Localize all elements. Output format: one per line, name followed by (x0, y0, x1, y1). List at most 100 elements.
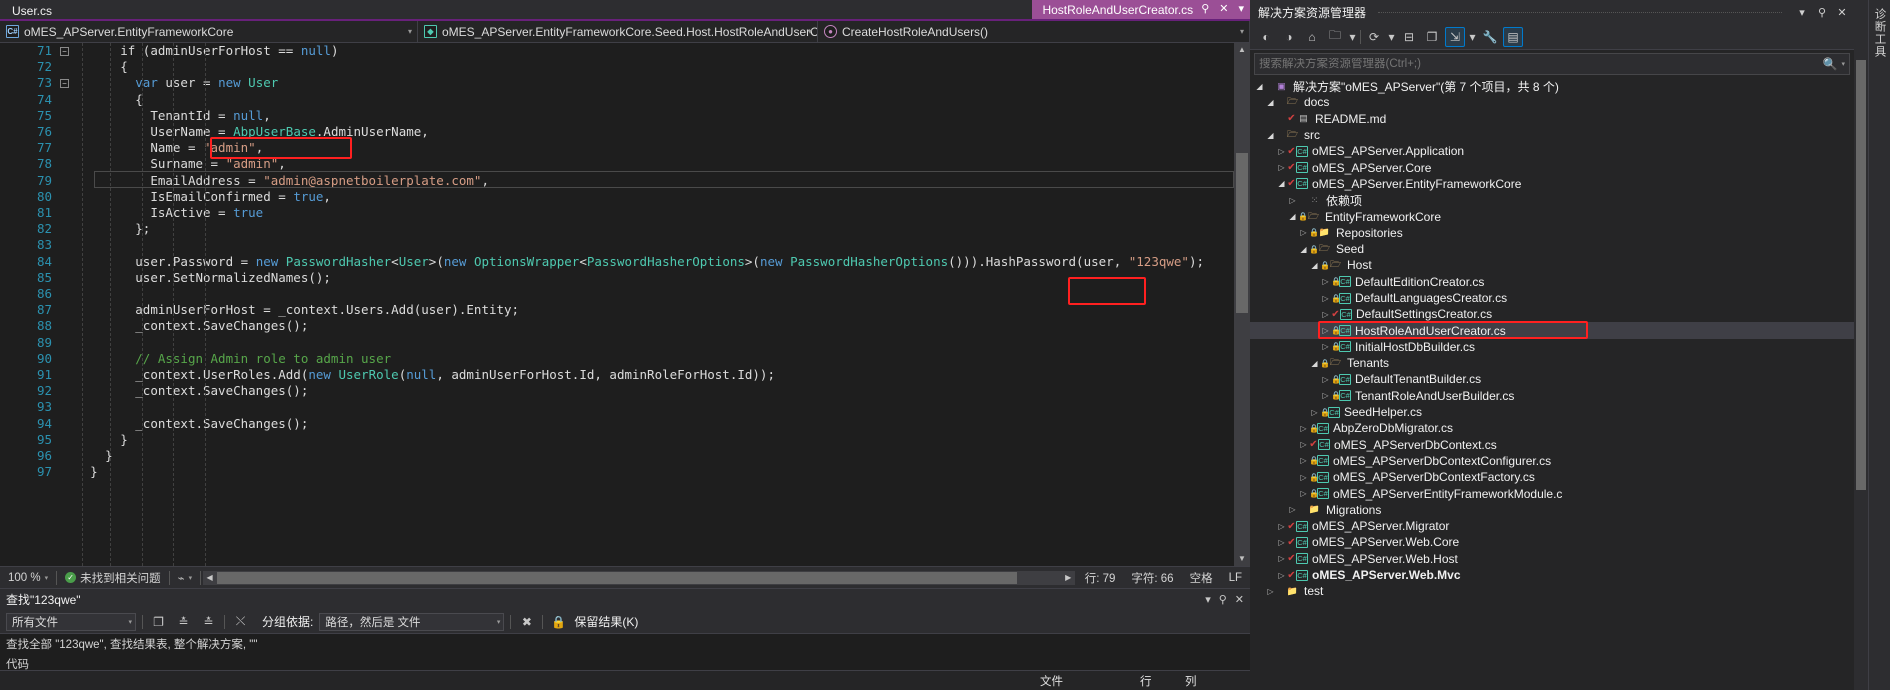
chevron-down-icon[interactable]: ◢ (1309, 261, 1320, 270)
chevron-right-icon[interactable]: ▷ (1298, 440, 1309, 449)
chevron-down-icon[interactable]: ▾ (128, 618, 132, 626)
tab-user-cs[interactable]: User.cs (0, 0, 63, 19)
scroll-right-arrow[interactable]: ▶ (1062, 571, 1075, 585)
wrench-icon[interactable]: 🔧 (1480, 27, 1500, 47)
tree-item[interactable]: ▷ ✔ C# oMES_APServer.Migrator (1250, 518, 1854, 534)
collapse-all-icon[interactable]: ⊟ (1399, 27, 1419, 47)
tree-item[interactable]: ▷ 📁 test (1250, 583, 1854, 599)
chevron-right-icon[interactable]: ▷ (1309, 408, 1320, 417)
tree-item[interactable]: ▷ 🔒 C# oMES_APServerDbContextConfigurer.cs (1250, 453, 1854, 469)
tree-item[interactable]: ▷ 🔒 C# oMES_APServerDbContextFactory.cs (1250, 469, 1854, 485)
tree-item[interactable]: ▷ 📁 Migrations (1250, 502, 1854, 518)
find-results-list[interactable]: 查找全部 "123qwe", 查找结果表, 整个解决方案, "" 代码 文件 行… (0, 634, 1250, 690)
search-input[interactable] (1259, 58, 1819, 70)
chevron-right-icon[interactable]: ▷ (1298, 456, 1309, 465)
tree-item[interactable]: ◢ 🔒 🗁 Tenants (1250, 355, 1854, 371)
collapse-all-icon[interactable]: ≛ (199, 612, 218, 631)
forward-icon[interactable]: ◑ (1279, 27, 1299, 47)
chevron-right-icon[interactable]: ▷ (1298, 473, 1309, 482)
outlining-margin[interactable]: − − (60, 43, 78, 566)
navbar-member-dropdown[interactable]: ● CreateHostRoleAndUsers() ▾ (818, 21, 1250, 42)
diagnostic-tools-tab[interactable]: 诊断工具 (1872, 8, 1888, 58)
pin-icon[interactable]: ⚲ (1219, 593, 1227, 606)
show-all-files-icon[interactable]: 🗀 (1325, 27, 1345, 47)
home-icon[interactable]: ⌂ (1302, 27, 1322, 47)
refresh-icon[interactable]: ⟳ (1364, 27, 1384, 47)
source-code[interactable]: 71 if (adminUserForHost == null) 72 { 73… (12, 43, 1234, 480)
chevron-right-icon[interactable]: ▷ (1265, 587, 1276, 596)
clear-icon[interactable]: ⤬ (231, 612, 250, 631)
tree-item[interactable]: ◢ 🔒 🗁 Host (1250, 257, 1854, 273)
fold-toggle[interactable]: − (60, 47, 69, 56)
solution-explorer-scrollbar[interactable] (1854, 0, 1868, 690)
chevron-right-icon[interactable]: ▷ (1320, 326, 1331, 335)
tree-item[interactable]: ▷ ✔ C# oMES_APServer.Application (1250, 143, 1854, 159)
tree-item[interactable]: ▷ 🔒 C# SeedHelper.cs (1250, 404, 1854, 420)
tree-item[interactable]: ▷ 🔒 C# AbpZeroDbMigrator.cs (1250, 420, 1854, 436)
tree-item[interactable]: ▷ 🔒 📁 Repositories (1250, 225, 1854, 241)
code-text-area[interactable]: − − 71 if (adminUserForHost == null) 72 … (12, 43, 1234, 566)
chevron-right-icon[interactable]: ▷ (1276, 163, 1287, 172)
close-icon[interactable]: ✕ (1834, 6, 1850, 19)
chevron-right-icon[interactable]: ▷ (1287, 196, 1298, 205)
chevron-down-icon[interactable]: ▾ (45, 574, 49, 582)
chevron-right-icon[interactable]: ▷ (1298, 424, 1309, 433)
editor-vertical-scrollbar[interactable]: ▲ ▼ (1234, 43, 1250, 566)
keep-results-label[interactable]: 保留结果(K) (574, 613, 638, 630)
tree-item[interactable]: ▷ 🔒 C# DefaultTenantBuilder.cs (1250, 371, 1854, 387)
tree-item[interactable]: ▷ ✔ C# DefaultSettingsCreator.cs (1250, 306, 1854, 322)
tree-item-selected[interactable]: ▷ 🔒 C# HostRoleAndUserCreator.cs (1250, 321, 1854, 340)
chevron-down-icon[interactable]: ▾ (1387, 27, 1396, 47)
group-by-dropdown[interactable]: 路径，然后是 文件 ▾ (319, 612, 505, 631)
hscrollbar-thumb[interactable] (217, 571, 1018, 584)
sync-icon[interactable]: ⇲ (1445, 26, 1465, 47)
code-editor[interactable]: − − 71 if (adminUserForHost == null) 72 … (0, 43, 1250, 566)
chevron-right-icon[interactable]: ▷ (1276, 571, 1287, 580)
chevron-down-icon[interactable]: ▾ (408, 27, 412, 36)
chevron-down-icon[interactable]: ▾ (1348, 27, 1357, 47)
zoom-level-control[interactable]: 100 % ▾ (0, 567, 56, 588)
issues-status[interactable]: ✓ 未找到相关问题 (57, 567, 169, 588)
tree-item[interactable]: ✔ ▤ README.md (1250, 111, 1854, 127)
chevron-right-icon[interactable]: ▷ (1320, 391, 1331, 400)
fold-toggle[interactable]: − (60, 79, 69, 88)
solution-tree[interactable]: ◢ ▣ 解决方案"oMES_APServer"(第 7 个项目，共 8 个) ◢ 🗁 do… (1250, 78, 1854, 690)
navbar-type-dropdown[interactable]: ◆ oMES_APServer.EntityFrameworkCore.Seed… (418, 21, 818, 42)
close-icon[interactable]: ✕ (1235, 593, 1244, 606)
tree-item[interactable]: ▷ 🔒 C# oMES_APServerEntityFrameworkModule.c (1250, 485, 1854, 501)
tree-item[interactable]: ▷ ✔ C# oMES_APServer.Web.Mvc (1250, 567, 1854, 583)
chevron-down-icon[interactable]: ▾ (1841, 60, 1845, 68)
chevron-down-icon[interactable]: ◢ (1309, 359, 1320, 368)
tree-item[interactable]: ◢ 🔒 🗁 Seed (1250, 241, 1854, 257)
preview-icon[interactable]: ▤ (1503, 26, 1523, 47)
pin-icon[interactable]: ⚲ (1199, 4, 1211, 15)
tree-item[interactable]: ▷ ✔ C# oMES_APServerDbContext.cs (1250, 437, 1854, 453)
chevron-down-icon[interactable]: ▾ (497, 618, 501, 626)
chevron-down-icon[interactable]: ◢ (1287, 212, 1298, 221)
tree-item[interactable]: ◢ ▣ 解决方案"oMES_APServer"(第 7 个项目，共 8 个) (1250, 78, 1854, 94)
chevron-down-icon[interactable]: ▾ (1205, 593, 1211, 606)
pin-icon[interactable]: ⚲ (1814, 6, 1830, 19)
lock-icon[interactable]: 🔒 (549, 612, 568, 631)
scrollbar-thumb[interactable] (1856, 60, 1866, 490)
chevron-down-icon[interactable]: ◢ (1254, 82, 1265, 91)
expand-all-icon[interactable]: ≛ (174, 612, 193, 631)
tree-item[interactable]: ◢ ✔ C# oMES_APServer.EntityFrameworkCore (1250, 176, 1854, 192)
chevron-right-icon[interactable]: ▷ (1298, 228, 1309, 237)
copy-icon[interactable]: ❐ (149, 612, 168, 631)
chevron-right-icon[interactable]: ▷ (1298, 489, 1309, 498)
scope-dropdown[interactable]: 所有文件 ▾ (6, 612, 136, 631)
tree-item[interactable]: ▷ ⁙ 依赖项 (1250, 192, 1854, 208)
close-icon[interactable]: ✕ (1217, 4, 1230, 15)
navbar-project-dropdown[interactable]: C# oMES_APServer.EntityFrameworkCore ▾ (0, 21, 418, 42)
tree-item[interactable]: ▷ 🔒 C# DefaultEditionCreator.cs (1250, 274, 1854, 290)
search-icon[interactable]: 🔍 (1823, 57, 1838, 71)
tab-hostroleandusercreator-cs[interactable]: HostRoleAndUserCreator.cs ⚲ ✕ ▾ (1032, 0, 1250, 19)
chevron-down-icon[interactable]: ▾ (189, 574, 193, 582)
chevron-down-icon[interactable]: ▾ (1236, 4, 1246, 15)
editor-horizontal-scrollbar[interactable]: ◀ ▶ (203, 570, 1075, 585)
tree-item[interactable]: ▷ 🔒 C# DefaultLanguagesCreator.cs (1250, 290, 1854, 306)
solution-explorer-search[interactable]: 🔍 ▾ (1254, 53, 1850, 75)
chevron-right-icon[interactable]: ▷ (1276, 522, 1287, 531)
chevron-right-icon[interactable]: ▷ (1320, 294, 1331, 303)
